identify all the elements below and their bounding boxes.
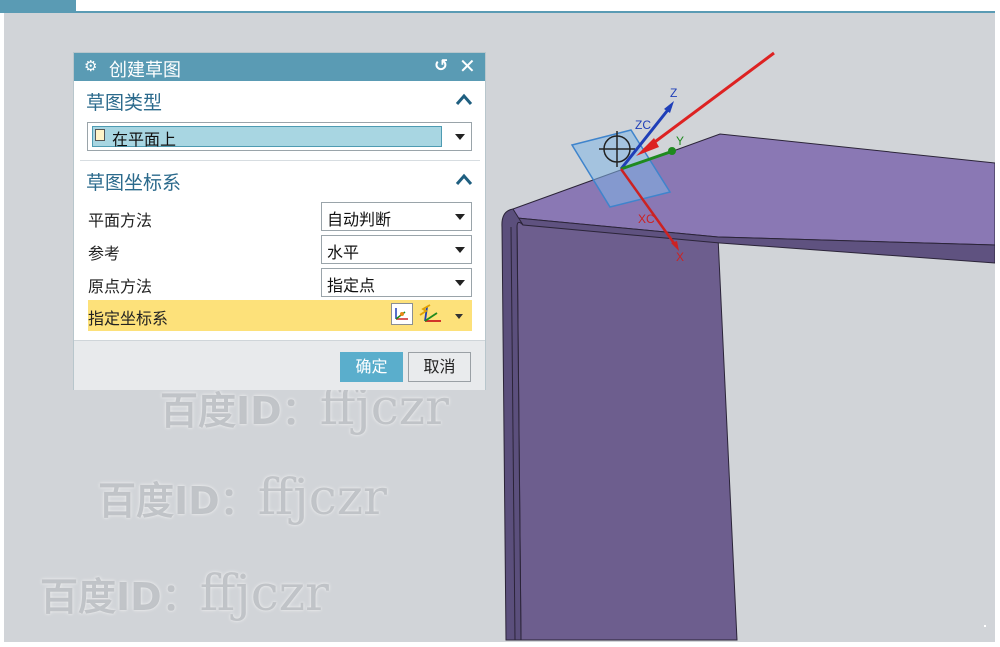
axis-label-z: Z [670,86,677,100]
axis-label-zc: ZC [635,118,651,132]
sketch-type-dropdown[interactable]: 在平面上 [87,122,472,151]
chevron-up-icon[interactable] [454,171,474,187]
chevron-down-icon [455,134,465,140]
watermark-prefix: 百度ID： [160,389,320,433]
watermark-2: 百度ID：ffjczr [98,468,387,526]
reference-value: 水平 [327,243,360,262]
dialog-titlebar[interactable]: ⚙ 创建草图 ↺ ✕ [74,53,485,81]
plane-method-dropdown[interactable]: 自动判断 [321,202,472,231]
csys-dialog-icon [395,308,408,320]
plane-method-value: 自动判断 [327,210,392,229]
chevron-up-icon[interactable] [454,91,474,107]
watermark-prefix: 百度ID： [40,575,200,619]
specify-csys-label: 指定坐标系 [88,309,169,328]
axis-label-x: X [676,250,684,264]
plane-sketch-icon [95,129,105,141]
section-sketch-type: 草图类型 [74,85,485,115]
section-sketch-csys: 草图坐标系 [74,165,485,195]
section-sketch-csys-label: 草图坐标系 [86,172,182,194]
watermark-prefix: 百度ID： [98,479,258,523]
close-icon[interactable]: ✕ [459,54,476,78]
reference-dropdown[interactable]: 水平 [321,235,472,264]
cancel-button[interactable]: 取消 [408,352,471,382]
watermark-3: 百度ID：ffjczr [40,564,329,622]
plane-method-label: 平面方法 [88,211,153,230]
origin-method-value: 指定点 [327,276,376,295]
dialog-title: 创建草图 [109,60,181,81]
inferred-csys-button[interactable] [417,303,445,327]
reference-label: 参考 [88,244,121,263]
section-divider [80,160,480,161]
active-tab[interactable] [0,0,76,11]
top-tab-bar [0,0,1000,13]
csys-options-dropdown[interactable] [450,304,470,326]
watermark-user: ffjczr [257,468,387,526]
create-sketch-dialog: ⚙ 创建草图 ↺ ✕ 草图类型 在平面上 草图坐标系 平面方法 自动判断 参考 … [73,52,486,390]
axis-label-y: Y [676,134,684,148]
chevron-down-icon [455,280,465,286]
ok-button[interactable]: 确定 [340,352,403,382]
gear-icon[interactable]: ⚙ [84,57,97,75]
chevron-down-icon [455,214,465,220]
axis-label-xc: XC [638,212,655,226]
reset-icon[interactable]: ↺ [434,56,448,76]
watermark-user: ffjczr [199,564,329,622]
inferred-csys-icon [419,304,441,322]
section-sketch-type-label: 草图类型 [86,92,163,114]
annotation-arrow [643,51,775,152]
origin-method-dropdown[interactable]: 指定点 [321,268,472,297]
corner-mark [984,625,986,627]
dialog-footer: 确定 取消 [74,340,485,390]
model-side-face [516,217,738,641]
csys-dialog-button[interactable] [391,303,413,325]
sketch-type-value: 在平面上 [112,130,177,149]
chevron-down-icon [455,247,465,253]
specify-csys-row[interactable]: 指定坐标系 [88,300,472,331]
origin-method-label: 原点方法 [88,277,153,296]
